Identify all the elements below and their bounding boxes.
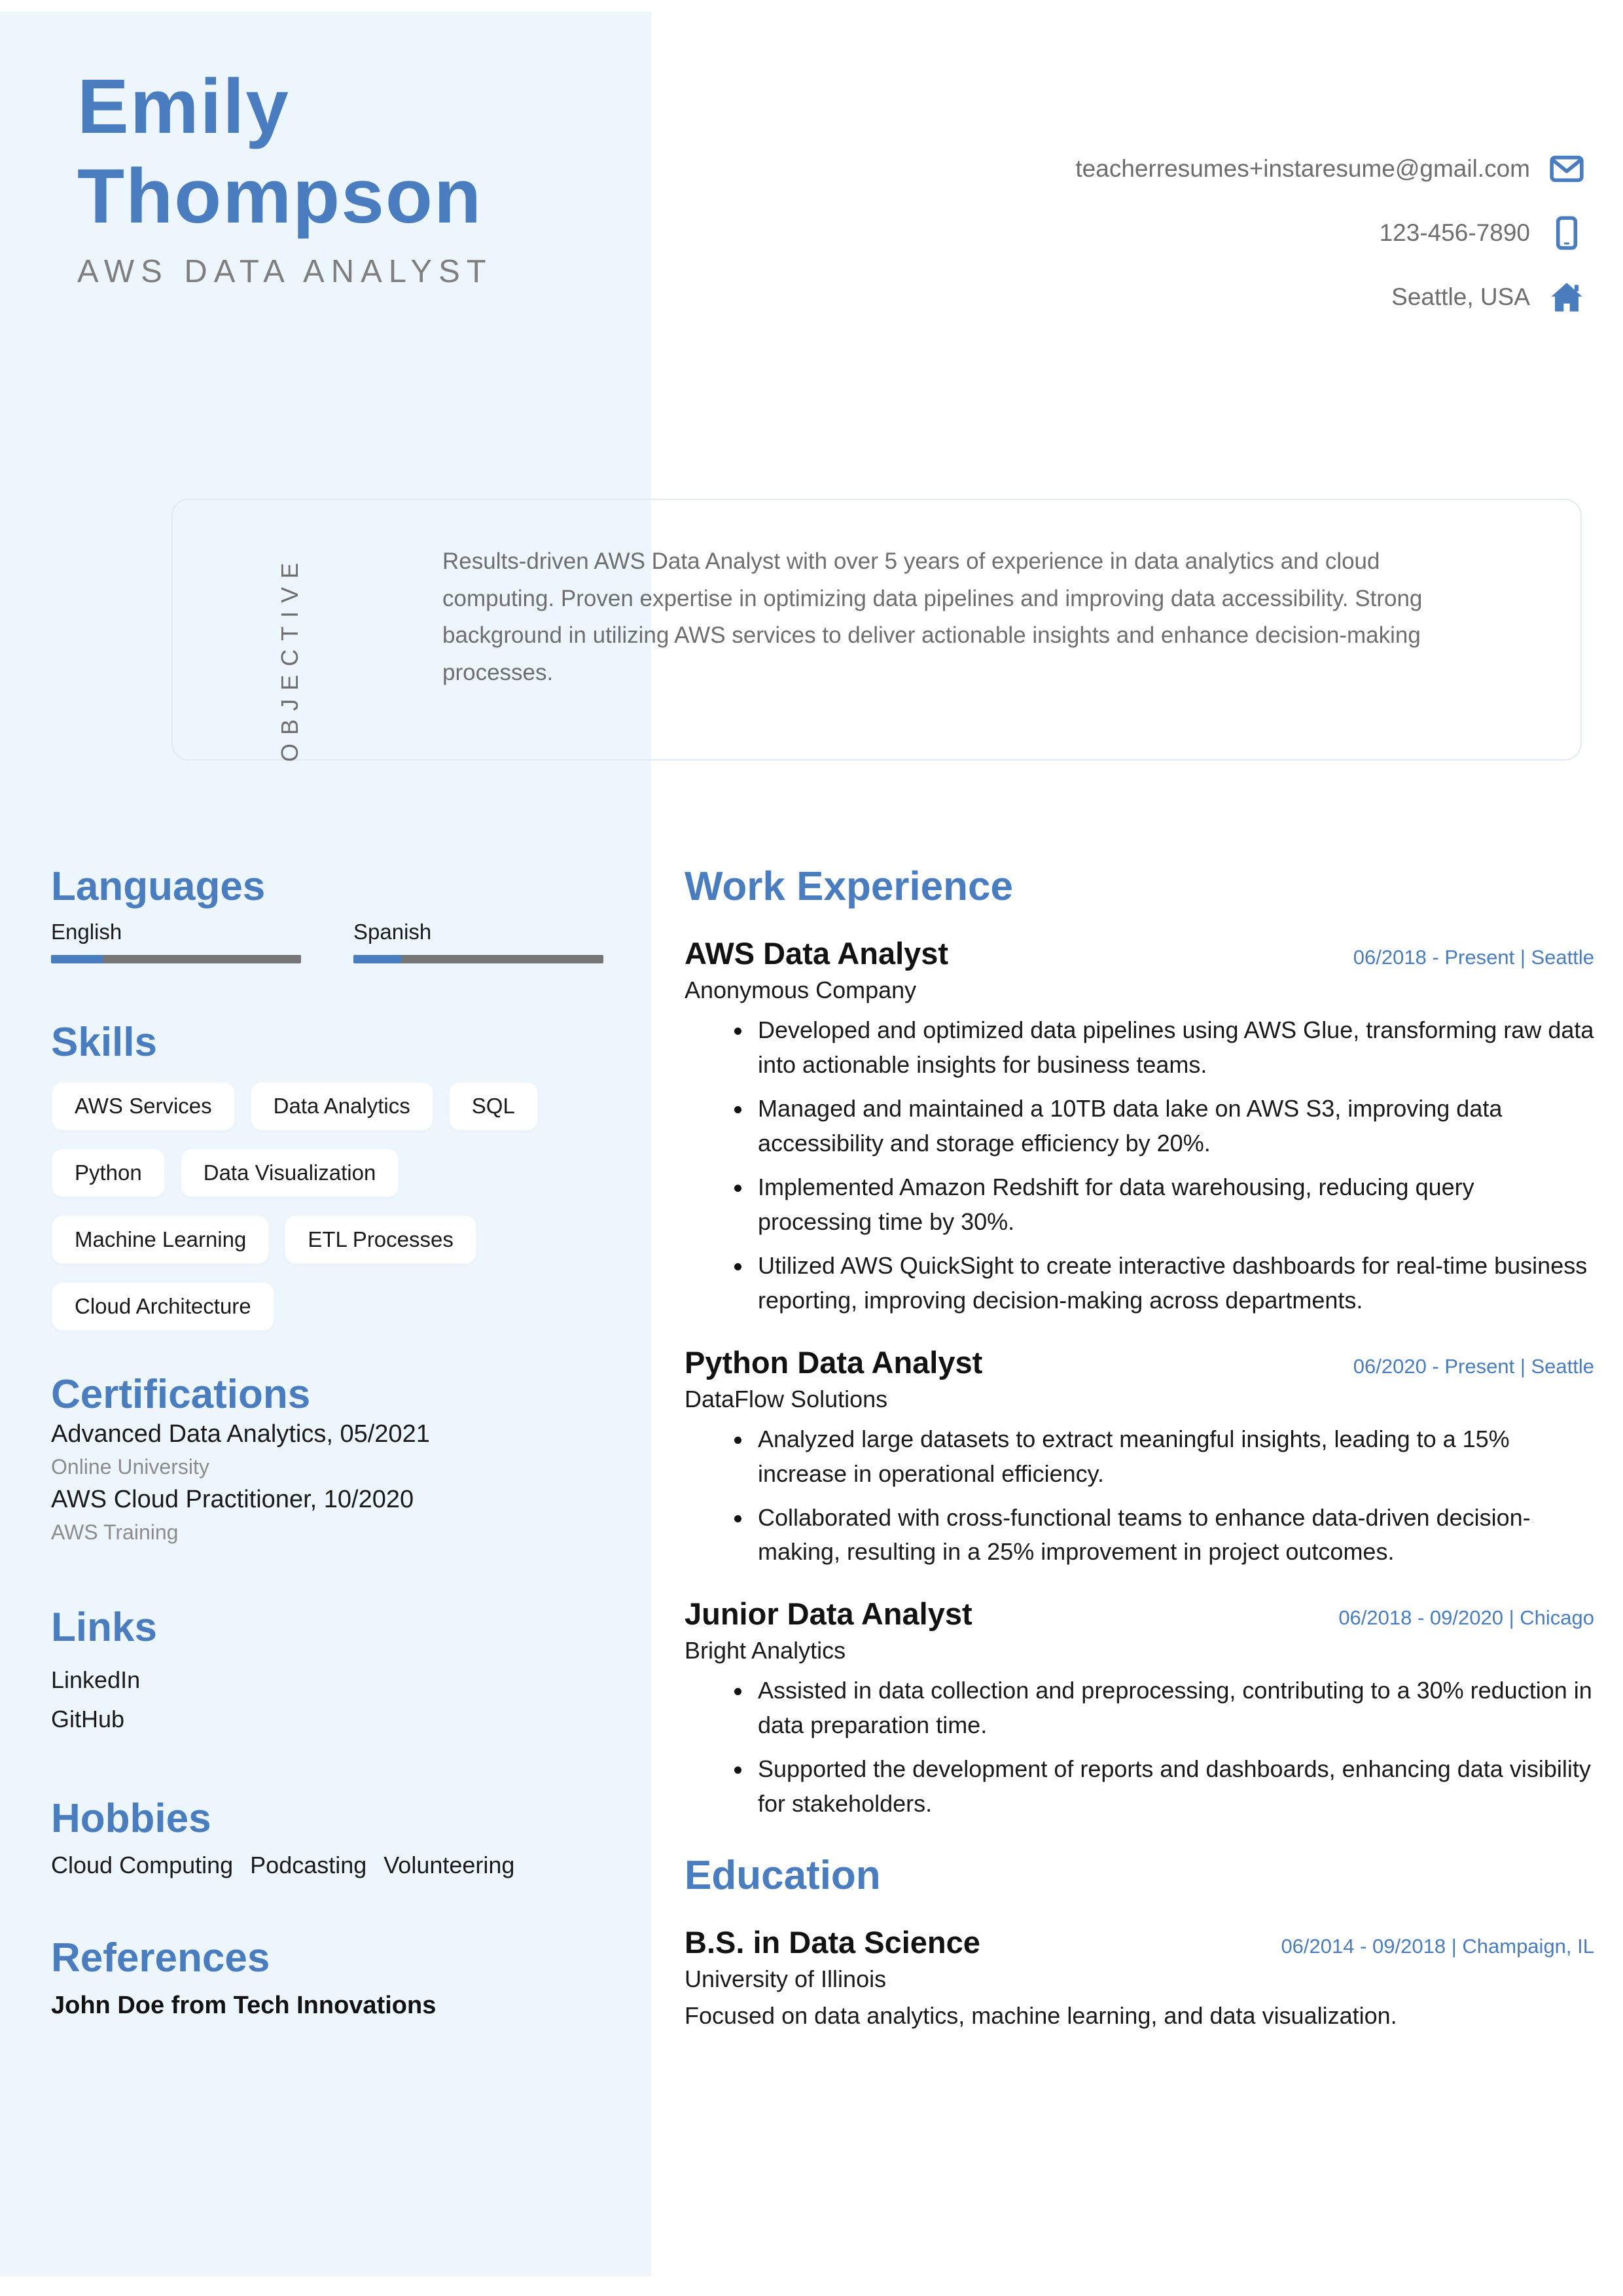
- job-role: Junior Data Analyst: [685, 1596, 972, 1632]
- job-meta: 06/2020 - Present | Seattle: [1353, 1354, 1594, 1378]
- job-bullet: Supported the development of reports and…: [732, 1752, 1594, 1821]
- job-role: AWS Data Analyst: [685, 936, 949, 971]
- section-references: References John Doe from Tech Innovation…: [51, 1935, 620, 2019]
- main-column: Work Experience AWS Data Analyst 06/2018…: [685, 864, 1594, 2030]
- language-item: English: [51, 920, 301, 964]
- section-heading-references: References: [51, 1935, 270, 1981]
- job-bullets: Analyzed large datasets to extract meani…: [732, 1422, 1594, 1570]
- skills-list: AWS Services Data Analytics SQL Python D…: [51, 1081, 614, 1331]
- language-level-bar: [51, 955, 301, 964]
- contact-item-email[interactable]: teacherresumes+instaresume@gmail.com: [1075, 151, 1585, 187]
- work-experience-item: Python Data Analyst 06/2020 - Present | …: [685, 1344, 1594, 1570]
- email-text: teacherresumes+instaresume@gmail.com: [1075, 155, 1530, 182]
- job-bullet: Utilized AWS QuickSight to create intera…: [732, 1249, 1594, 1318]
- skill-chip[interactable]: Machine Learning: [51, 1214, 270, 1265]
- education-degree: B.S. in Data Science: [685, 1925, 980, 1960]
- job-bullet: Developed and optimized data pipelines u…: [732, 1013, 1594, 1083]
- job-bullets: Developed and optimized data pipelines u…: [732, 1013, 1594, 1318]
- hobby-item: Volunteering: [383, 1852, 515, 1879]
- section-heading-skills: Skills: [51, 1020, 157, 1066]
- objective-label: OBJECTIVE: [276, 554, 303, 762]
- language-level-bar: [353, 955, 603, 964]
- sidebar-column: Languages English Spanish Skills AWS Ser…: [51, 864, 620, 2020]
- job-bullet: Implemented Amazon Redshift for data war…: [732, 1170, 1594, 1240]
- phone-text: 123-456-7890: [1379, 219, 1530, 246]
- section-heading-work-experience: Work Experience: [685, 864, 1013, 909]
- skill-chip[interactable]: ETL Processes: [284, 1214, 477, 1265]
- envelope-icon: [1548, 151, 1585, 187]
- section-heading-certifications: Certifications: [51, 1371, 311, 1417]
- mobile-phone-icon: [1548, 215, 1585, 251]
- page-title: AWS DATA ANALYST: [77, 253, 493, 289]
- job-bullet: Analyzed large datasets to extract meani…: [732, 1422, 1594, 1492]
- language-item: Spanish: [353, 920, 603, 964]
- job-header: AWS Data Analyst 06/2018 - Present | Sea…: [685, 935, 1594, 971]
- job-bullet: Assisted in data collection and preproce…: [732, 1674, 1594, 1743]
- link-item-linkedin[interactable]: LinkedIn: [51, 1660, 620, 1700]
- skill-chip[interactable]: SQL: [448, 1081, 539, 1131]
- education-school: University of Illinois: [685, 1965, 887, 1993]
- section-certifications: Certifications Advanced Data Analytics, …: [51, 1372, 620, 1547]
- skill-chip[interactable]: Data Analytics: [249, 1081, 434, 1131]
- resume-page: Emily Thompson AWS DATA ANALYST teacherr…: [0, 0, 1623, 2296]
- job-bullet: Managed and maintained a 10TB data lake …: [732, 1092, 1594, 1161]
- job-company: Anonymous Company: [685, 977, 917, 1004]
- job-header: Junior Data Analyst 06/2018 - 09/2020 | …: [685, 1596, 1594, 1632]
- language-level-fill: [353, 955, 401, 964]
- certification-org: AWS Training: [51, 1520, 179, 1545]
- language-level-fill: [51, 955, 104, 964]
- section-heading-links: Links: [51, 1604, 157, 1650]
- certification-item: Advanced Data Analytics, 05/2021 Online …: [51, 1417, 620, 1481]
- certification-title: AWS Cloud Practitioner, 10/2020: [51, 1486, 414, 1514]
- hobby-item: Podcasting: [250, 1852, 367, 1879]
- job-bullet: Collaborated with cross-functional teams…: [732, 1501, 1594, 1570]
- education-item: B.S. in Data Science 06/2014 - 09/2018 |…: [685, 1924, 1594, 2030]
- job-meta: 06/2018 - 09/2020 | Chicago: [1338, 1606, 1594, 1630]
- resume-header: Emily Thompson AWS DATA ANALYST teacherr…: [0, 0, 1623, 484]
- section-links: Links LinkedIn GitHub: [51, 1605, 620, 1740]
- skill-chip[interactable]: Data Visualization: [179, 1147, 400, 1198]
- job-role: Python Data Analyst: [685, 1344, 983, 1380]
- location-text: Seattle, USA: [1391, 283, 1530, 310]
- job-meta: 06/2018 - Present | Seattle: [1353, 946, 1594, 969]
- section-languages: Languages English Spanish: [51, 864, 620, 964]
- section-heading-hobbies: Hobbies: [51, 1795, 211, 1841]
- certification-title: Advanced Data Analytics, 05/2021: [51, 1420, 430, 1448]
- last-name: Thompson: [77, 152, 483, 240]
- section-hobbies: Hobbies Cloud Computing Podcasting Volun…: [51, 1796, 620, 1879]
- job-company: DataFlow Solutions: [685, 1385, 888, 1412]
- certification-org: Online University: [51, 1455, 209, 1479]
- skill-chip[interactable]: Python: [51, 1147, 166, 1198]
- job-bullets: Assisted in data collection and preproce…: [732, 1674, 1594, 1821]
- link-item-github[interactable]: GitHub: [51, 1700, 620, 1739]
- hobbies-list: Cloud Computing Podcasting Volunteering: [51, 1852, 620, 1879]
- education-header: B.S. in Data Science 06/2014 - 09/2018 |…: [685, 1924, 1594, 1960]
- contact-item-phone[interactable]: 123-456-7890: [1380, 215, 1585, 251]
- education-description: Focused on data analytics, machine learn…: [685, 2002, 1397, 2030]
- language-name: English: [51, 920, 122, 944]
- objective-text: Results-driven AWS Data Analyst with ove…: [442, 548, 1423, 686]
- job-header: Python Data Analyst 06/2020 - Present | …: [685, 1344, 1594, 1380]
- education-meta: 06/2014 - 09/2018 | Champaign, IL: [1281, 1935, 1594, 1958]
- name-block: Emily Thompson AWS DATA ANALYST: [77, 62, 797, 290]
- section-skills: Skills AWS Services Data Analytics SQL P…: [51, 1020, 620, 1331]
- job-company: Bright Analytics: [685, 1637, 846, 1664]
- work-experience-item: Junior Data Analyst 06/2018 - 09/2020 | …: [685, 1596, 1594, 1821]
- language-name: Spanish: [353, 920, 432, 944]
- objective-section: OBJECTIVE Results-driven AWS Data Analys…: [171, 499, 1582, 762]
- work-experience-item: AWS Data Analyst 06/2018 - Present | Sea…: [685, 935, 1594, 1318]
- home-icon: [1548, 279, 1585, 315]
- first-name: Emily: [77, 63, 290, 150]
- languages-grid: English Spanish: [51, 920, 620, 964]
- section-heading-languages: Languages: [51, 864, 266, 909]
- section-education: Education B.S. in Data Science 06/2014 -…: [685, 1853, 1594, 2030]
- contact-list: teacherresumes+instaresume@gmail.com 123…: [1075, 151, 1585, 315]
- skill-chip[interactable]: AWS Services: [51, 1081, 236, 1131]
- section-heading-education: Education: [685, 1852, 881, 1898]
- reference-item: John Doe from Tech Innovations: [51, 1991, 437, 2019]
- contact-item-location[interactable]: Seattle, USA: [1391, 279, 1585, 315]
- hobby-item: Cloud Computing: [51, 1852, 234, 1879]
- certification-item: AWS Cloud Practitioner, 10/2020 AWS Trai…: [51, 1482, 620, 1547]
- skill-chip[interactable]: Cloud Architecture: [51, 1281, 275, 1331]
